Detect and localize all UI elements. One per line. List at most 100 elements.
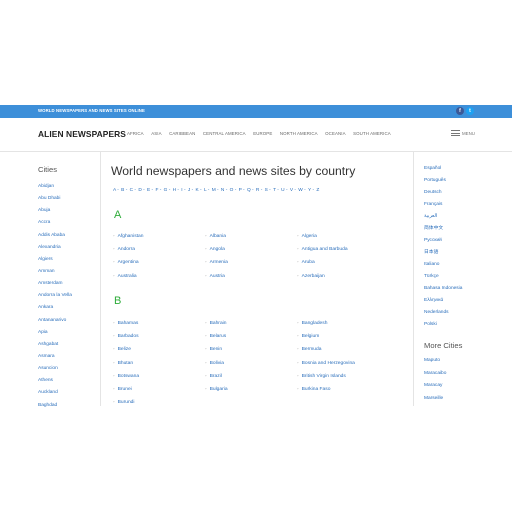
country-link-andorra[interactable]: Andorra: [113, 242, 205, 255]
country-link-albania[interactable]: Albania: [205, 229, 297, 242]
city-link-alexandria[interactable]: Alexandria: [38, 242, 72, 254]
city-link-athens[interactable]: Athens: [38, 375, 72, 387]
country-link-aruba[interactable]: Aruba: [297, 255, 397, 268]
city-link-abu-dhabi[interactable]: Abu Dhabi: [38, 193, 72, 205]
country-link-bahrain[interactable]: Bahrain: [205, 316, 297, 329]
city-link-addis-ababa[interactable]: Addis Ababa: [38, 230, 72, 242]
country-link-bhutan[interactable]: Bhutan: [113, 356, 205, 369]
language-link-0[interactable]: Español: [424, 163, 462, 175]
alphabet-link-c[interactable]: C -: [130, 188, 136, 193]
alphabet-link-o[interactable]: O -: [230, 188, 237, 193]
alphabet-link-e[interactable]: E -: [147, 188, 153, 193]
alphabet-link-i[interactable]: I -: [181, 188, 185, 193]
city-link-abuja[interactable]: Abuja: [38, 205, 72, 217]
alphabet-link-d[interactable]: D -: [138, 188, 144, 193]
country-link-bermuda[interactable]: Bermuda: [297, 342, 397, 355]
country-link-bahamas[interactable]: Bahamas: [113, 316, 205, 329]
more-city-link-maracaibo[interactable]: Maracaibo: [424, 368, 446, 381]
country-link-brazil[interactable]: Brazil: [205, 369, 297, 382]
alphabet-link-b[interactable]: B -: [121, 188, 127, 193]
alphabet-link-f[interactable]: F -: [155, 188, 161, 193]
more-city-link-maracay[interactable]: Maracay: [424, 380, 446, 393]
alphabet-link-m[interactable]: M -: [212, 188, 219, 193]
alphabet-link-n[interactable]: N -: [221, 188, 227, 193]
language-link-7[interactable]: 日本語: [424, 247, 462, 259]
city-link-auckland[interactable]: Auckland: [38, 387, 72, 399]
country-link-british-virgin-islands[interactable]: British Virgin Islands: [297, 369, 397, 382]
site-logo[interactable]: ALIEN NEWSPAPERS: [38, 129, 126, 139]
language-link-1[interactable]: Português: [424, 175, 462, 187]
country-link-bulgaria[interactable]: Bulgaria: [205, 382, 297, 395]
more-city-link-marseille[interactable]: Marseille: [424, 393, 446, 406]
nav-item-asia[interactable]: ASIA: [151, 131, 161, 136]
city-link-ankara[interactable]: Ankara: [38, 302, 72, 314]
nav-item-europe[interactable]: EUROPE: [253, 131, 272, 136]
twitter-icon[interactable]: t: [466, 107, 474, 115]
language-link-2[interactable]: Deutsch: [424, 187, 462, 199]
country-link-australia[interactable]: Australia: [113, 269, 205, 282]
alphabet-link-k[interactable]: K -: [196, 188, 202, 193]
city-link-accra[interactable]: Accra: [38, 217, 72, 229]
nav-item-caribbean[interactable]: CARIBBEAN: [169, 131, 195, 136]
language-link-8[interactable]: Italiano: [424, 259, 462, 271]
alphabet-link-t[interactable]: T -: [273, 188, 279, 193]
country-link-austria[interactable]: Austria: [205, 269, 297, 282]
city-link-antananarivo[interactable]: Antananarivo: [38, 315, 72, 327]
country-link-burundi[interactable]: Burundi: [113, 395, 205, 408]
more-city-link-maputo[interactable]: Maputo: [424, 355, 446, 368]
alphabet-link-j[interactable]: J -: [188, 188, 193, 193]
city-link-andorra-la-vella[interactable]: Andorra la Vella: [38, 290, 72, 302]
alphabet-link-y[interactable]: Y -: [308, 188, 314, 193]
country-link-bosnia-and-herzegovina[interactable]: Bosnia and Herzegovina: [297, 356, 397, 369]
city-link-asuncion[interactable]: Asuncion: [38, 363, 72, 375]
facebook-icon[interactable]: f: [456, 107, 464, 115]
country-link-bolivia[interactable]: Bolivia: [205, 356, 297, 369]
nav-item-oceania[interactable]: OCEANIA: [325, 131, 345, 136]
alphabet-link-q[interactable]: Q -: [247, 188, 254, 193]
city-link-asmara[interactable]: Asmara: [38, 351, 72, 363]
country-link-angola[interactable]: Angola: [205, 242, 297, 255]
language-link-4[interactable]: العربية: [424, 211, 462, 223]
language-link-3[interactable]: Français: [424, 199, 462, 211]
country-link-algeria[interactable]: Algeria: [297, 229, 397, 242]
city-link-amsterdam[interactable]: Amsterdam: [38, 278, 72, 290]
city-link-amman[interactable]: Amman: [38, 266, 72, 278]
city-link-algiers[interactable]: Algiers: [38, 254, 72, 266]
alphabet-link-a[interactable]: A -: [113, 188, 119, 193]
country-link-belarus[interactable]: Belarus: [205, 329, 297, 342]
language-link-5[interactable]: 简体中文: [424, 223, 462, 235]
nav-item-central-america[interactable]: CENTRAL AMERICA: [203, 131, 246, 136]
country-link-belgium[interactable]: Belgium: [297, 329, 397, 342]
country-link-botswana[interactable]: Botswana: [113, 369, 205, 382]
menu-button[interactable]: MENU: [451, 130, 475, 136]
alphabet-link-g[interactable]: G -: [164, 188, 171, 193]
alphabet-link-u[interactable]: U -: [281, 188, 287, 193]
nav-item-south-america[interactable]: SOUTH AMERICA: [353, 131, 391, 136]
country-link-benin[interactable]: Benin: [205, 342, 297, 355]
language-link-9[interactable]: Türkçe: [424, 271, 462, 283]
country-link-barbados[interactable]: Barbados: [113, 329, 205, 342]
alphabet-link-w[interactable]: W -: [298, 188, 305, 193]
country-link-burkina-faso[interactable]: Burkina Faso: [297, 382, 397, 395]
alphabet-link-p[interactable]: P -: [239, 188, 245, 193]
city-link-abidjan[interactable]: Abidjan: [38, 181, 72, 193]
country-link-armenia[interactable]: Armenia: [205, 255, 297, 268]
city-link-baghdad[interactable]: Baghdad: [38, 400, 72, 412]
alphabet-link-s[interactable]: S -: [265, 188, 271, 193]
nav-item-north-america[interactable]: NORTH AMERICA: [280, 131, 318, 136]
country-link-belize[interactable]: Belize: [113, 342, 205, 355]
language-link-6[interactable]: Русский: [424, 235, 462, 247]
alphabet-link-v[interactable]: V -: [290, 188, 296, 193]
city-link-ashgabat[interactable]: Ashgabat: [38, 339, 72, 351]
language-link-11[interactable]: Ελληνικά: [424, 295, 462, 307]
country-link-antigua-and-barbuda[interactable]: Antigua and Barbuda: [297, 242, 397, 255]
alphabet-link-z[interactable]: Z: [316, 188, 319, 193]
alphabet-link-l[interactable]: L -: [204, 188, 209, 193]
city-link-apia[interactable]: Apia: [38, 327, 72, 339]
country-link-azerbaijan[interactable]: Azerbaijan: [297, 269, 397, 282]
alphabet-link-r[interactable]: R -: [256, 188, 262, 193]
alphabet-link-h[interactable]: H -: [173, 188, 179, 193]
language-link-12[interactable]: Nederlands: [424, 307, 462, 319]
nav-item-africa[interactable]: AFRICA: [127, 131, 144, 136]
country-link-bangladesh[interactable]: Bangladesh: [297, 316, 397, 329]
